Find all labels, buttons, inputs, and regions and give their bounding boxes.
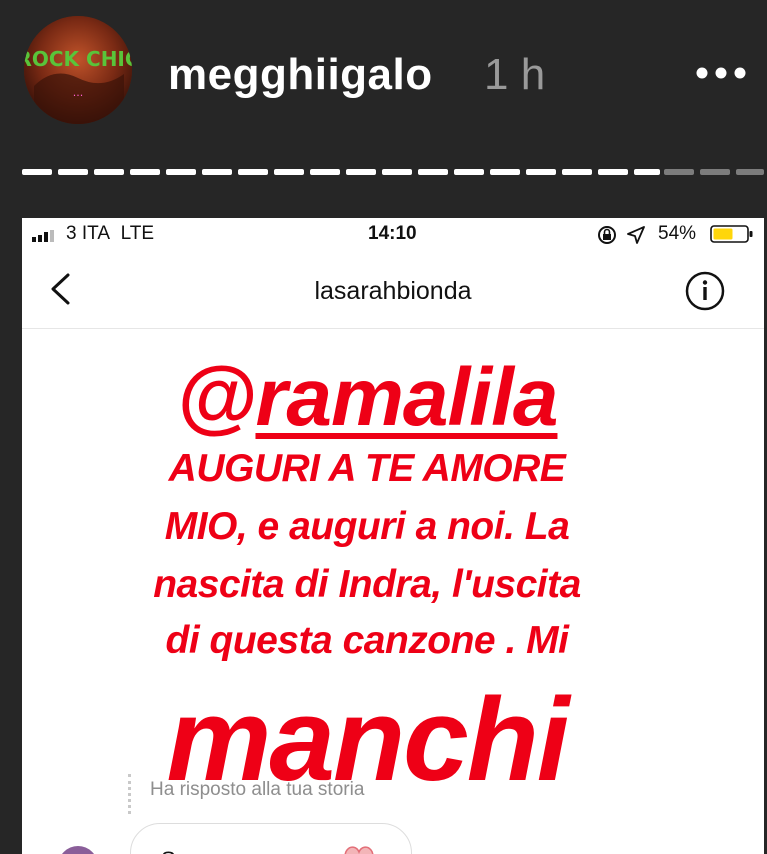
story-avatar[interactable]: ROCK CHIC ...: [24, 16, 132, 124]
avatar-subtext: ...: [73, 86, 84, 99]
message-line: AUGURI A TE AMORE: [168, 447, 566, 490]
info-icon[interactable]: [684, 270, 726, 317]
avatar-image: ROCK CHIC ...: [24, 16, 132, 124]
battery-percentage: 54%: [658, 223, 697, 244]
message-line: MIO, e auguri a noi. La: [164, 505, 570, 548]
mention-handle: ramalila: [255, 352, 558, 443]
rotation-lock-icon: [596, 225, 618, 251]
story-username[interactable]: megghiigalo: [168, 48, 433, 102]
shared-screenshot: 3 ITA LTE 14:10 54% lasarahbionda @ramal…: [22, 218, 764, 854]
heart-icon: [341, 844, 377, 854]
reply-message-bubble[interactable]: S...: [130, 823, 412, 854]
story-header: ROCK CHIC ... megghiigalo 1 h: [0, 0, 767, 150]
dm-username[interactable]: lasarahbionda: [22, 274, 764, 308]
avatar-text: ROCK CHIC: [24, 47, 132, 71]
reply-thread-line: [128, 774, 135, 814]
message-line: di questa canzone . Mi: [165, 619, 569, 662]
status-time: 14:10: [368, 223, 417, 244]
story-mention: @ramalila: [176, 352, 559, 443]
location-icon: [626, 225, 646, 251]
story-timestamp: 1 h: [484, 50, 546, 99]
reply-caption: Ha risposto alla tua storia: [150, 779, 365, 800]
carrier-label: 3 ITA LTE: [66, 223, 154, 244]
more-options-icon[interactable]: [692, 58, 750, 88]
signal-icon: [32, 227, 62, 249]
reply-message-text: S...: [161, 846, 194, 854]
dm-header: lasarahbionda: [22, 250, 764, 329]
message-line: nascita di Indra, l'uscita: [153, 563, 581, 606]
story-progress-bar: [0, 167, 767, 177]
ios-status-bar: 3 ITA LTE 14:10 54%: [22, 218, 764, 250]
reply-avatar[interactable]: [58, 846, 98, 854]
battery-icon: [710, 224, 754, 250]
